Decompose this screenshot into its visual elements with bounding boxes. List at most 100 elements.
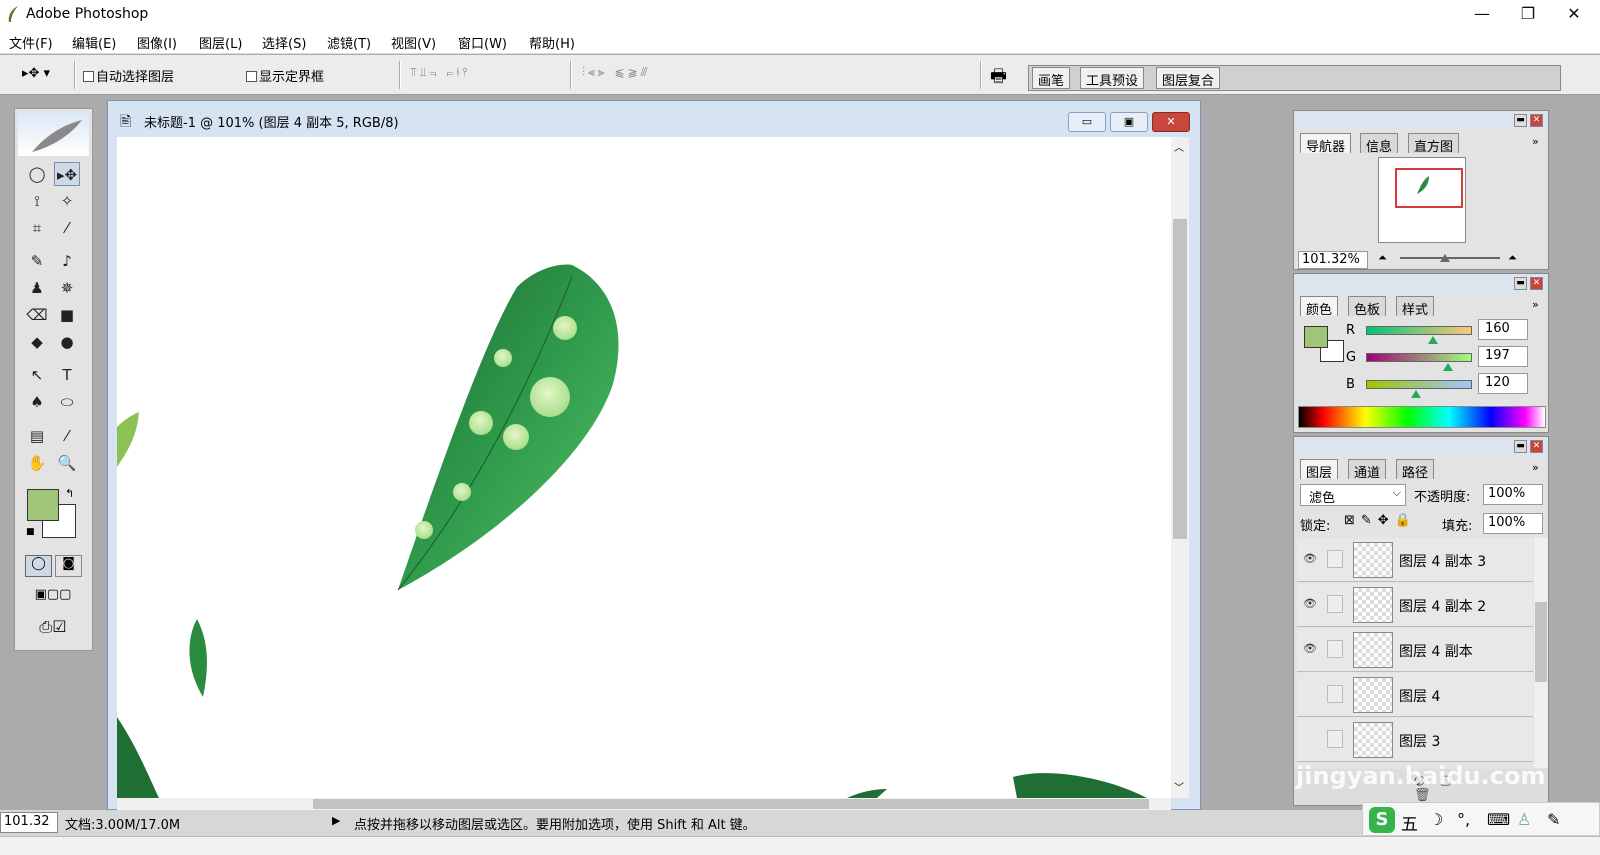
panel-minimize-button[interactable]: ▬ bbox=[1514, 114, 1527, 127]
channel-r-value-field[interactable]: 160 bbox=[1478, 319, 1528, 340]
eyedropper-tool-icon[interactable]: ⁄ bbox=[54, 424, 80, 448]
clone-stamp-tool-icon[interactable]: ♟ bbox=[24, 276, 50, 300]
lasso-tool-icon[interactable]: ⟟ bbox=[24, 189, 50, 213]
close-button[interactable]: ✕ bbox=[1551, 0, 1597, 30]
zoom-slider-thumb[interactable] bbox=[1440, 254, 1450, 262]
layer-link-box[interactable] bbox=[1327, 595, 1343, 613]
layer-row[interactable]: 图层 4 bbox=[1297, 673, 1533, 717]
zoom-tool-icon[interactable]: 🔍 bbox=[54, 451, 80, 475]
color-spectrum-bar[interactable] bbox=[1298, 406, 1546, 428]
zoom-out-icon[interactable]: ⏶ bbox=[1378, 251, 1387, 265]
layer-row[interactable]: 👁 图层 4 副本 3 bbox=[1297, 538, 1533, 582]
tab-color[interactable]: 颜色 bbox=[1300, 296, 1339, 318]
navigator-zoom-field[interactable]: 101.32% bbox=[1298, 251, 1368, 269]
zoom-slider[interactable] bbox=[1400, 257, 1500, 259]
channel-r-slider[interactable] bbox=[1366, 326, 1472, 335]
pen-tool-icon[interactable]: ♠ bbox=[24, 390, 50, 414]
panel-close-button[interactable]: ✕ bbox=[1530, 114, 1543, 127]
show-bounds-checkbox[interactable]: 显示定界框 bbox=[246, 66, 324, 85]
ime-logo-icon[interactable]: S bbox=[1369, 807, 1395, 833]
menu-help[interactable]: 帮助(H) bbox=[529, 33, 575, 52]
panel-close-button[interactable]: ✕ bbox=[1530, 277, 1543, 290]
layer-link-box[interactable] bbox=[1327, 640, 1343, 658]
menu-view[interactable]: 视图(V) bbox=[391, 33, 436, 52]
restore-button[interactable]: ❐ bbox=[1505, 0, 1551, 30]
menu-edit[interactable]: 编辑(E) bbox=[72, 33, 116, 52]
layer-visibility-eye-icon[interactable]: 👁 bbox=[1303, 552, 1317, 565]
layer-link-box[interactable] bbox=[1327, 685, 1343, 703]
vertical-scroll-thumb[interactable] bbox=[1173, 219, 1187, 539]
history-brush-tool-icon[interactable]: ✵ bbox=[54, 276, 80, 300]
panel-minimize-button[interactable]: ▬ bbox=[1514, 440, 1527, 453]
magic-wand-tool-icon[interactable]: ✧ bbox=[54, 189, 80, 213]
doc-close-button[interactable]: ✕ bbox=[1152, 112, 1190, 132]
healing-brush-tool-icon[interactable]: ✎ bbox=[24, 249, 50, 273]
panel-menu-icon[interactable]: » bbox=[1532, 135, 1539, 148]
layer-visibility-eye-icon[interactable]: 👁 bbox=[1303, 642, 1317, 655]
tab-navigator[interactable]: 导航器 bbox=[1300, 133, 1352, 155]
tab-channels[interactable]: 通道 bbox=[1348, 459, 1387, 481]
menu-filter[interactable]: 滤镜(T) bbox=[327, 33, 371, 52]
horizontal-scrollbar[interactable] bbox=[117, 798, 1171, 810]
doc-minimize-button[interactable]: ▭ bbox=[1068, 112, 1106, 132]
ime-punctuation-icon[interactable]: °, bbox=[1457, 810, 1470, 829]
gradient-tool-icon[interactable]: ■ bbox=[54, 303, 80, 327]
channel-r-slider-thumb[interactable] bbox=[1427, 336, 1438, 344]
menu-layer[interactable]: 图层(L) bbox=[199, 33, 242, 52]
blend-mode-select[interactable]: 滤色 ⌵ bbox=[1300, 484, 1406, 506]
tab-styles[interactable]: 样式 bbox=[1396, 296, 1435, 318]
notes-tool-icon[interactable]: ▤ bbox=[24, 424, 50, 448]
color-fg-swatch[interactable] bbox=[1304, 326, 1328, 348]
menu-select[interactable]: 选择(S) bbox=[262, 33, 306, 52]
slice-tool-icon[interactable]: ⁄ bbox=[54, 216, 80, 240]
file-browser-icon[interactable]: 🖶 bbox=[990, 64, 1007, 94]
marquee-tool-icon[interactable]: ◯ bbox=[24, 162, 50, 186]
channel-b-value-field[interactable]: 120 bbox=[1478, 373, 1528, 394]
standard-mode-button[interactable]: ◯ bbox=[25, 555, 52, 577]
menu-image[interactable]: 图像(I) bbox=[137, 33, 177, 52]
quick-mask-button[interactable]: ◙ bbox=[55, 555, 82, 577]
well-tab-tool-presets[interactable]: 工具预设 bbox=[1080, 67, 1145, 89]
blur-tool-icon[interactable]: ◆ bbox=[24, 330, 50, 354]
ime-settings-icon[interactable]: ✎ bbox=[1547, 810, 1560, 829]
distribute-buttons-icon[interactable]: ⫶⫷⫸ ⫹⫺⫻ bbox=[582, 65, 651, 83]
doc-maximize-button[interactable]: ▣ bbox=[1110, 112, 1148, 132]
layer-row[interactable]: 👁 图层 4 副本 bbox=[1297, 628, 1533, 672]
menu-window[interactable]: 窗口(W) bbox=[458, 33, 507, 52]
channel-g-value-field[interactable]: 197 bbox=[1478, 346, 1528, 367]
channel-b-slider[interactable] bbox=[1366, 380, 1472, 389]
tab-histogram[interactable]: 直方图 bbox=[1408, 133, 1460, 155]
vertical-scrollbar[interactable]: ︿ ﹀ bbox=[1171, 137, 1189, 798]
brush-tool-icon[interactable]: ♪ bbox=[54, 249, 80, 273]
ime-mode-wubi[interactable]: 五 bbox=[1401, 810, 1418, 835]
path-selection-tool-icon[interactable]: ↖ bbox=[24, 363, 50, 387]
panel-menu-icon[interactable]: » bbox=[1532, 298, 1539, 311]
layers-scrollbar[interactable] bbox=[1534, 538, 1548, 768]
foreground-color-swatch[interactable] bbox=[27, 489, 59, 521]
panel-close-button[interactable]: ✕ bbox=[1530, 440, 1543, 453]
dodge-tool-icon[interactable]: ● bbox=[54, 330, 80, 354]
minimize-button[interactable]: — bbox=[1459, 0, 1505, 30]
zoom-in-icon[interactable]: ⏶ bbox=[1508, 251, 1517, 265]
horizontal-scroll-thumb[interactable] bbox=[313, 799, 1149, 809]
layer-link-box[interactable] bbox=[1327, 550, 1343, 568]
type-tool-icon[interactable]: T bbox=[54, 363, 80, 387]
toolbox-header-logo[interactable] bbox=[18, 112, 89, 156]
lock-icons[interactable]: ⊠✎✥🔒 bbox=[1344, 513, 1417, 528]
status-menu-arrow-icon[interactable]: ▶ bbox=[332, 814, 340, 827]
ime-halfwidth-icon[interactable]: ☽ bbox=[1429, 810, 1443, 829]
shape-tool-icon[interactable]: ⬭ bbox=[54, 390, 80, 414]
layer-visibility-eye-icon[interactable]: 👁 bbox=[1303, 597, 1317, 610]
crop-tool-icon[interactable]: ⌗ bbox=[24, 216, 50, 240]
move-tool-icon[interactable]: ▸✥ bbox=[54, 162, 80, 186]
layer-row[interactable]: 👁 图层 4 副本 2 bbox=[1297, 583, 1533, 627]
swap-colors-icon[interactable]: ↰ bbox=[65, 487, 74, 500]
well-tab-layer-comps[interactable]: 图层复合 bbox=[1156, 67, 1221, 89]
channel-g-slider[interactable] bbox=[1366, 353, 1472, 362]
layer-row[interactable]: 图层 3 bbox=[1297, 718, 1533, 762]
document-canvas[interactable] bbox=[117, 137, 1171, 798]
tab-layers[interactable]: 图层 bbox=[1300, 459, 1339, 481]
fill-field[interactable]: 100% bbox=[1483, 513, 1543, 534]
scroll-down-icon[interactable]: ﹀ bbox=[1174, 779, 1184, 794]
scroll-up-icon[interactable]: ︿ bbox=[1174, 139, 1184, 154]
